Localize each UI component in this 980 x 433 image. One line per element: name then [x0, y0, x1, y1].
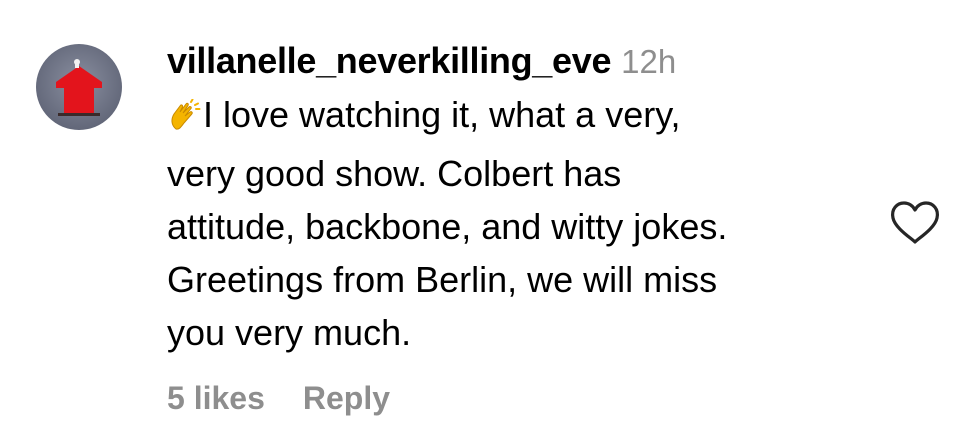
comment-timestamp[interactable]: 12h [621, 35, 676, 89]
comment-text-line-3: attitude, backbone, and witty jokes. [167, 206, 728, 247]
like-button[interactable] [889, 200, 941, 246]
username-link[interactable]: villanelle_neverkilling_eve [167, 34, 611, 88]
comment-header: villanelle_neverkilling_eve 12h [167, 34, 867, 88]
doghouse-icon [36, 44, 122, 130]
comment-text: I love watching it, what a very, very go… [167, 88, 867, 359]
heart-outline-icon [891, 201, 939, 244]
reply-button[interactable]: Reply [303, 380, 390, 417]
comment-text-line: I love watching it, what a very, [167, 88, 867, 147]
clapping-hands-icon [167, 94, 201, 147]
comment-actions: 5 likes Reply [167, 380, 390, 417]
comment-text-line-1: I love watching it, what a very, [203, 94, 681, 135]
comment-body: villanelle_neverkilling_eve 12h I love w… [167, 34, 867, 359]
comment-text-line-4: Greetings from Berlin, we will miss [167, 259, 718, 300]
avatar[interactable] [36, 44, 122, 130]
comment: villanelle_neverkilling_eve 12h I love w… [0, 0, 980, 433]
comment-text-line-5: you very much. [167, 312, 412, 353]
comment-text-line-2: very good show. Colbert has [167, 153, 622, 194]
likes-count-button[interactable]: 5 likes [167, 380, 265, 417]
